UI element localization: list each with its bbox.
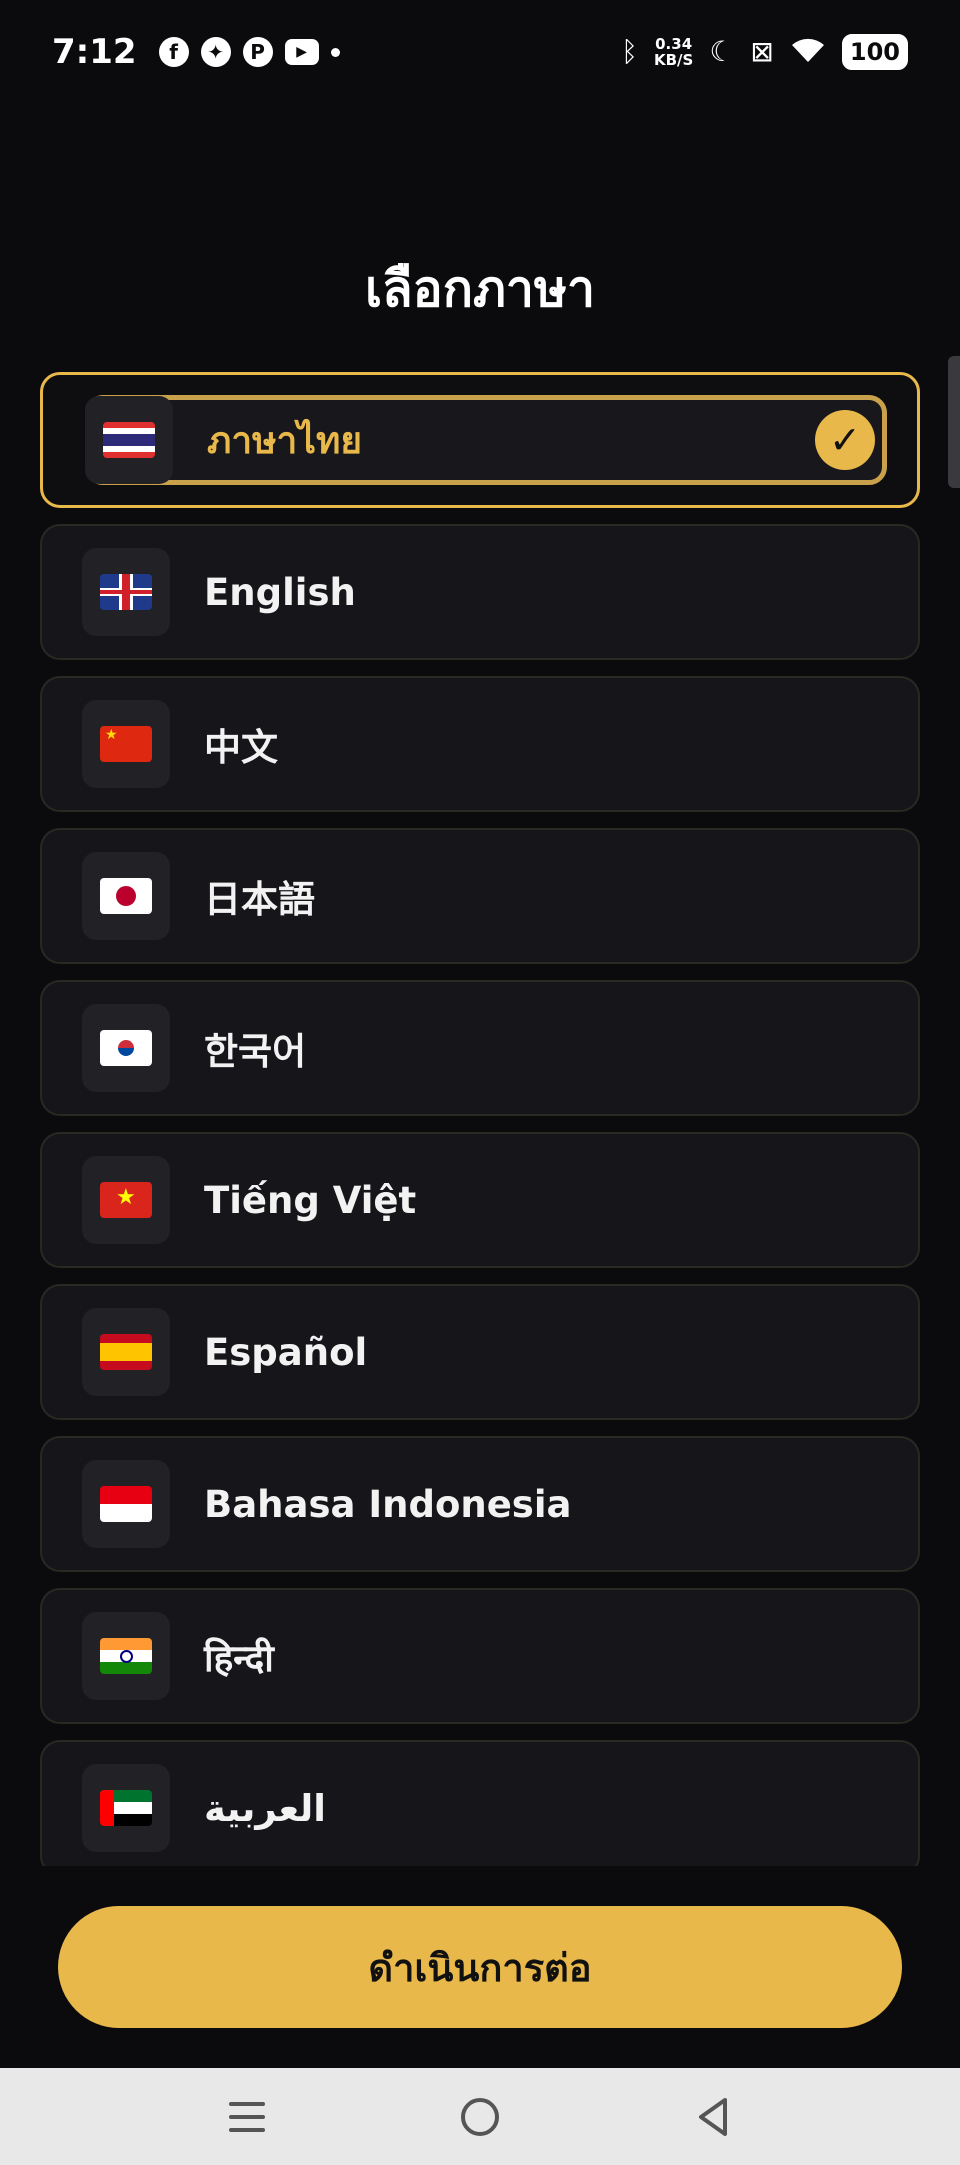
flag-container — [82, 852, 170, 940]
flag-container — [82, 548, 170, 636]
flag-container — [82, 1004, 170, 1092]
home-button[interactable] — [450, 2087, 510, 2147]
language-label: 한국어 — [204, 1030, 307, 1073]
language-label: Bahasa Indonesia — [204, 1482, 572, 1526]
pantip-icon: P — [242, 37, 273, 67]
selected-highlight — [85, 395, 887, 485]
moon-icon: ☾ — [709, 35, 735, 68]
home-circle-icon — [460, 2097, 499, 2136]
flag-jp-icon — [100, 878, 152, 914]
language-option-vn[interactable]: Tiếng Việt — [40, 1132, 920, 1268]
language-option-kr[interactable]: 한국어 — [40, 980, 920, 1116]
language-option-in[interactable]: हिन्दी — [40, 1588, 920, 1724]
flag-ae-icon — [100, 1790, 152, 1826]
flag-gb-icon — [100, 574, 152, 610]
language-option-es[interactable]: Español — [40, 1284, 920, 1420]
messenger-icon: ✦ — [200, 37, 231, 67]
wifi-icon — [790, 36, 826, 69]
menu-icon — [228, 2101, 265, 2132]
status-left: 7:12 f ✦ P ▶ — [52, 32, 340, 72]
language-label: العربية — [204, 1786, 326, 1830]
network-speed: 0.34 KB/S — [654, 36, 693, 68]
flag-id-icon — [100, 1486, 152, 1522]
back-triangle-icon — [699, 2097, 728, 2136]
continue-button[interactable]: ดำเนินการต่อ — [58, 1906, 902, 2028]
language-label: हिन्दी — [204, 1636, 274, 1680]
language-label: English — [204, 570, 356, 614]
continue-button-label: ดำเนินการต่อ — [368, 1945, 592, 1990]
more-notifications-dot — [330, 47, 340, 57]
status-right: ᛒ 0.34 KB/S ☾ ⊠ 100 — [621, 34, 908, 70]
flag-container — [82, 1612, 170, 1700]
flag-container — [82, 1156, 170, 1244]
flag-container — [82, 1460, 170, 1548]
network-speed-unit: KB/S — [653, 51, 694, 69]
youtube-icon: ▶ — [284, 39, 319, 65]
language-option-cn[interactable]: 中文 — [40, 676, 920, 812]
battery-icon: 100 — [841, 34, 908, 70]
language-option-gb[interactable]: English — [40, 524, 920, 660]
flag-vn-icon — [100, 1182, 152, 1218]
scroll-handle[interactable] — [948, 356, 960, 488]
flag-in-icon — [100, 1638, 152, 1674]
page-title: เลือกภาษา — [364, 260, 596, 318]
no-sim-icon: ⊠ — [750, 35, 774, 68]
back-button[interactable] — [683, 2087, 743, 2147]
status-time: 7:12 — [52, 32, 137, 72]
language-list: ภาษาไทย ✓ English 中文日本語 한국어 Tiếng Việt Español… — [40, 372, 920, 1866]
recent-apps-button[interactable] — [217, 2087, 277, 2147]
language-option-th[interactable]: ภาษาไทย ✓ — [40, 372, 920, 508]
language-option-id[interactable]: Bahasa Indonesia — [40, 1436, 920, 1572]
language-label: 日本語 — [204, 878, 315, 921]
flag-container — [82, 700, 170, 788]
flag-container — [85, 396, 173, 484]
checkmark-icon: ✓ — [815, 410, 875, 470]
flag-th-icon — [103, 422, 155, 458]
flag-container — [82, 1308, 170, 1396]
language-option-ae[interactable]: العربية — [40, 1740, 920, 1866]
language-label: Tiếng Việt — [204, 1178, 417, 1222]
flag-es-icon — [100, 1334, 152, 1370]
language-label: ภาษาไทย — [207, 418, 363, 462]
language-label: 中文 — [204, 726, 278, 769]
flag-container — [82, 1764, 170, 1852]
flag-cn-icon — [100, 726, 152, 762]
language-option-jp[interactable]: 日本語 — [40, 828, 920, 964]
language-label: Español — [204, 1330, 368, 1374]
system-nav-bar — [0, 2068, 960, 2165]
bluetooth-icon: ᛒ — [621, 35, 638, 68]
facebook-icon: f — [158, 37, 189, 67]
status-bar: 7:12 f ✦ P ▶ ᛒ 0.34 KB/S ☾ ⊠ 100 — [0, 0, 960, 104]
flag-kr-icon — [100, 1030, 152, 1066]
